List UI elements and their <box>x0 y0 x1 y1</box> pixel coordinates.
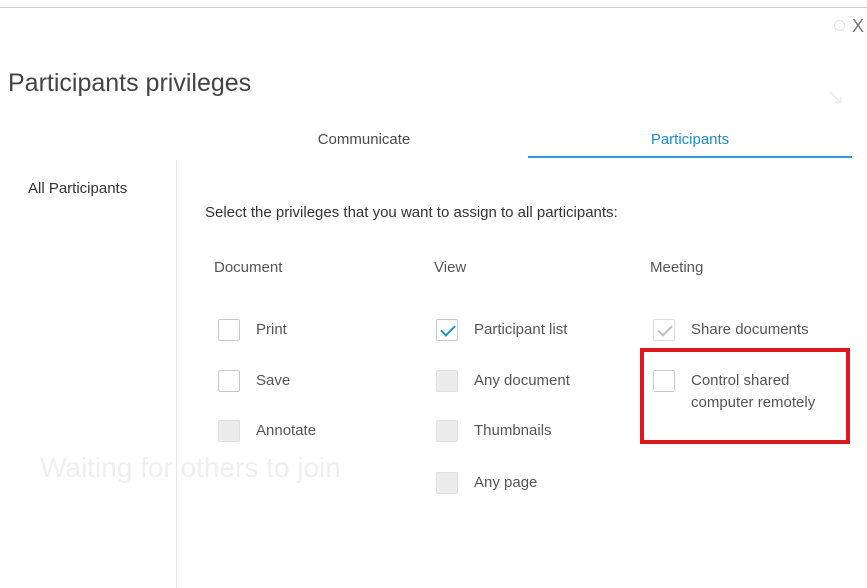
instruction-text: Select the privileges that you want to a… <box>205 204 618 221</box>
option-save[interactable]: Save <box>218 370 290 392</box>
option-label: Share documents <box>691 321 809 338</box>
any-document-checkbox <box>436 370 458 392</box>
option-share-documents: Share documents <box>653 319 809 341</box>
tab-bar: Communicate Participants <box>204 128 852 160</box>
print-checkbox[interactable] <box>218 319 240 341</box>
any-page-checkbox <box>436 472 458 494</box>
option-annotate: Annotate <box>218 420 316 442</box>
background-waiting-text: Waiting for others to join <box>40 452 341 483</box>
top-divider <box>0 7 867 8</box>
thumbnails-checkbox <box>436 420 458 442</box>
option-print[interactable]: Print <box>218 319 287 341</box>
highlight-annotation-box <box>640 348 850 444</box>
option-thumbnails: Thumbnails <box>436 420 552 442</box>
dialog-title: Participants privileges <box>8 68 252 97</box>
background-decoration: ↘ <box>826 84 845 109</box>
save-checkbox[interactable] <box>218 370 240 392</box>
column-heading-view: View <box>434 259 467 276</box>
option-label: Any document <box>474 372 570 389</box>
participant-list-checkbox[interactable] <box>436 319 458 341</box>
sidebar-item-all-participants[interactable]: All Participants <box>28 180 127 197</box>
option-label: Annotate <box>256 422 317 439</box>
option-label: Save <box>256 372 291 389</box>
background-circle-icon <box>834 20 845 31</box>
share-documents-checkbox <box>653 319 675 341</box>
tab-communicate[interactable]: Communicate <box>204 128 524 156</box>
active-tab-indicator <box>528 156 852 158</box>
option-label: Print <box>256 321 287 338</box>
option-any-page: Any page <box>436 472 537 494</box>
annotate-checkbox <box>218 420 240 442</box>
option-any-document: Any document <box>436 370 570 392</box>
close-icon[interactable]: X <box>852 16 864 37</box>
sidebar-divider <box>176 160 177 588</box>
column-heading-meeting: Meeting <box>650 259 704 276</box>
option-label: Any page <box>474 474 538 491</box>
option-participant-list[interactable]: Participant list <box>436 319 567 341</box>
column-heading-document: Document <box>214 259 283 276</box>
option-label: Participant list <box>474 321 568 338</box>
option-label: Thumbnails <box>474 422 552 439</box>
tab-participants[interactable]: Participants <box>528 128 852 156</box>
